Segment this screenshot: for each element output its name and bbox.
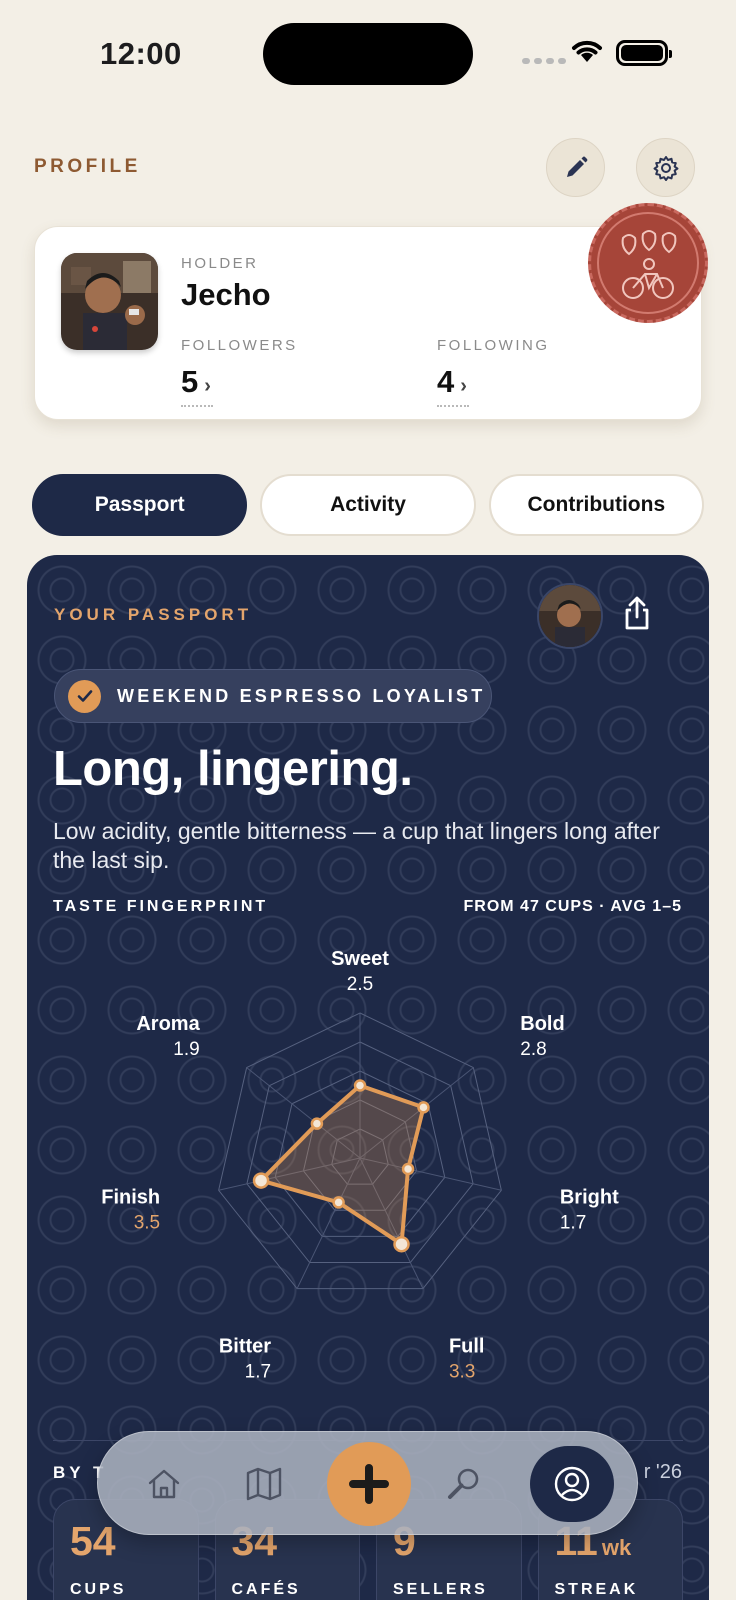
radar-value-bold: 2.8 xyxy=(520,1039,546,1060)
radar-point-full xyxy=(393,1235,410,1253)
followers-stat[interactable]: FOLLOWERS 5 › xyxy=(181,337,298,407)
nav-profile-button[interactable] xyxy=(530,1446,614,1522)
gear-icon xyxy=(653,155,678,181)
chevron-right-icon: › xyxy=(204,375,211,397)
radar-value-full: 3.3 xyxy=(449,1362,475,1383)
add-button[interactable] xyxy=(327,1442,411,1526)
profile-tabs: Passport Activity Contributions xyxy=(32,474,704,536)
followers-count: 5 xyxy=(181,364,199,399)
radar-value-bitter: 1.7 xyxy=(245,1362,271,1383)
following-label: FOLLOWING xyxy=(437,337,550,354)
following-stat[interactable]: FOLLOWING 4 › xyxy=(437,337,550,407)
stats-period: r '26 xyxy=(643,1461,682,1483)
edit-profile-button[interactable] xyxy=(546,138,605,197)
radar-point-bold xyxy=(417,1101,430,1114)
radar-point-aroma xyxy=(310,1117,324,1130)
map-icon xyxy=(246,1467,282,1501)
radar-label-bitter: Bitter xyxy=(219,1336,271,1358)
radar-value-aroma: 1.9 xyxy=(173,1039,199,1060)
chevron-right-icon: › xyxy=(460,375,467,397)
stat-value: 54 xyxy=(70,1518,116,1564)
dynamic-island xyxy=(263,23,473,85)
strawberry-bike-stamp xyxy=(588,203,708,323)
radar-point-finish xyxy=(252,1172,270,1189)
radar-point-bright xyxy=(401,1162,415,1176)
stat-label: SELLERS xyxy=(393,1581,488,1598)
status-time: 12:00 xyxy=(100,36,182,71)
status-bar: 12:00 xyxy=(0,0,736,110)
stat-unit: wk xyxy=(601,1535,632,1560)
radar-point-sweet xyxy=(353,1079,367,1092)
pencil-icon xyxy=(566,156,587,177)
tab-contributions[interactable]: Contributions xyxy=(488,474,704,536)
search-icon xyxy=(448,1468,479,1499)
home-icon xyxy=(148,1469,180,1499)
stat-label: CUPS xyxy=(70,1581,127,1598)
radar-value-bright: 1.7 xyxy=(560,1213,586,1234)
holder-name: Jecho xyxy=(181,277,271,312)
radar-label-full: Full xyxy=(449,1336,485,1358)
wifi-icon xyxy=(572,40,602,62)
bottom-nav-bar xyxy=(97,1431,638,1535)
tab-passport[interactable]: Passport xyxy=(32,474,248,536)
settings-button[interactable] xyxy=(636,138,695,197)
radar-value-sweet: 2.5 xyxy=(347,974,373,995)
radar-label-bold: Bold xyxy=(520,1013,564,1035)
nav-search-button[interactable] xyxy=(434,1454,494,1514)
radar-label-sweet: Sweet xyxy=(331,948,389,970)
tab-activity[interactable]: Activity xyxy=(260,474,476,536)
taste-radar-chart: Sweet 2.5 Bold 2.8 Bright 1.7 Full 3.3 Bitter 1.7… xyxy=(101,948,619,1383)
nav-map-button[interactable] xyxy=(234,1454,294,1514)
stat-label: CAFÉS xyxy=(231,1581,301,1598)
radar-label-bright: Bright xyxy=(560,1187,619,1209)
nav-home-button[interactable] xyxy=(134,1454,194,1514)
followers-label: FOLLOWERS xyxy=(181,337,298,354)
radar-series-area xyxy=(259,1083,426,1247)
battery-icon xyxy=(616,40,672,66)
stat-label: STREAK xyxy=(554,1581,639,1598)
radar-value-finish: 3.5 xyxy=(134,1213,160,1234)
radar-label-finish: Finish xyxy=(101,1187,160,1209)
signal-icon xyxy=(522,58,566,64)
profile-icon xyxy=(554,1466,590,1502)
avatar[interactable] xyxy=(61,253,158,350)
add-icon xyxy=(349,1464,389,1504)
radar-label-aroma: Aroma xyxy=(136,1013,200,1035)
page-title: PROFILE xyxy=(34,156,141,177)
holder-label: HOLDER xyxy=(181,255,259,272)
following-count: 4 xyxy=(437,364,455,399)
radar-point-bitter xyxy=(332,1196,345,1209)
